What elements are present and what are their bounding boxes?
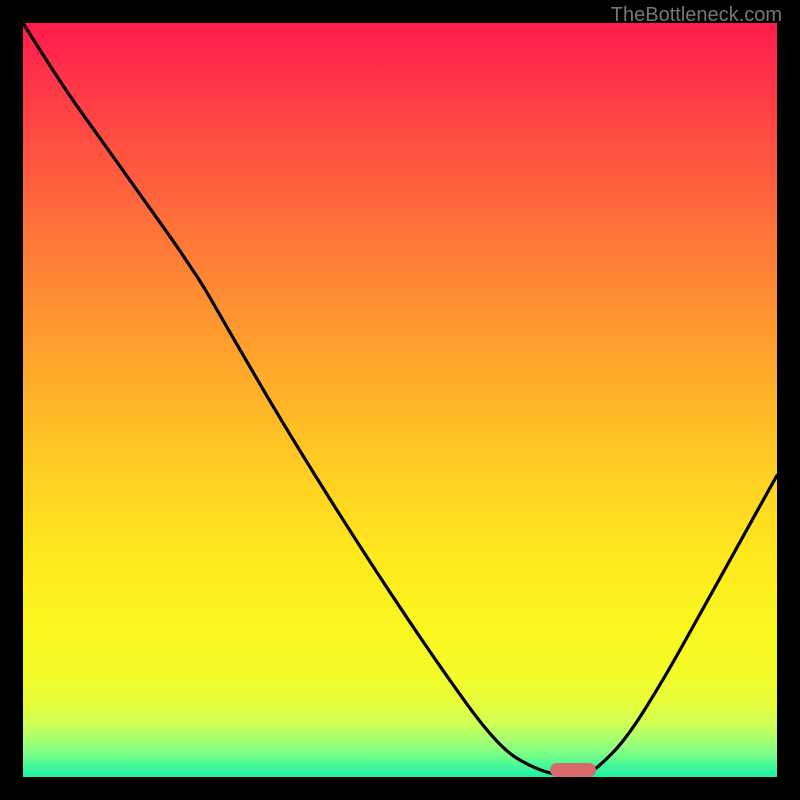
chart-frame: TheBottleneck.com (0, 0, 800, 800)
plot-area (23, 23, 777, 777)
watermark-text: TheBottleneck.com (611, 4, 782, 27)
heatmap-gradient (23, 23, 777, 777)
